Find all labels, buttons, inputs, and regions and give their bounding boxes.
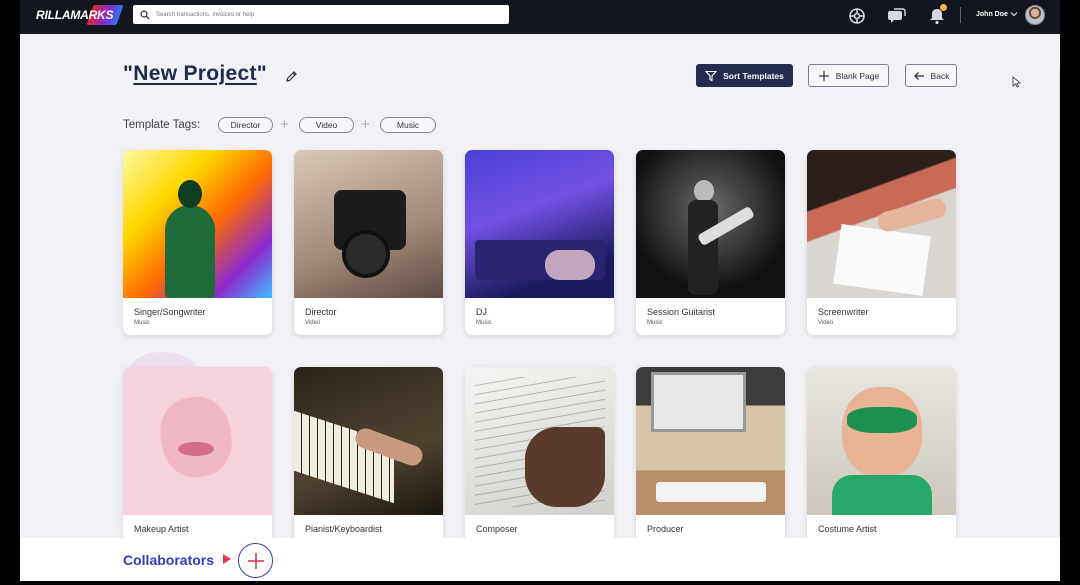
scrollbar[interactable] <box>1059 68 1060 538</box>
card-tag: Music <box>476 320 492 326</box>
card-title: Composer <box>476 524 518 534</box>
sheet-music-photo <box>465 367 614 515</box>
dj-photo <box>465 150 614 298</box>
card-title: Singer/Songwriter <box>134 307 206 317</box>
template-card-costume[interactable]: Costume Artist <box>807 367 956 538</box>
card-tag: Music <box>134 320 150 326</box>
tag-director[interactable]: Director <box>218 117 273 133</box>
card-title: DJ <box>476 307 487 317</box>
template-card-makeup[interactable]: Makeup Artist <box>123 367 272 538</box>
blank-page-label: Blank Page <box>835 70 880 81</box>
piano-photo <box>294 367 443 515</box>
template-card-screenwriter[interactable]: Screenwriter Video <box>807 150 956 335</box>
main-content: "New Project" Sort Templates Blank Page … <box>20 34 1060 538</box>
template-card-producer[interactable]: Producer <box>636 367 785 538</box>
collaborators-label: Collaborators <box>123 552 215 568</box>
globe-icon[interactable] <box>848 7 866 25</box>
divider <box>960 7 961 23</box>
search-icon <box>140 9 150 20</box>
top-bar: RILLAMARKS Search transactions, invoices… <box>20 0 1060 34</box>
logo-text: RILLAMARKS <box>36 8 114 22</box>
mouse-cursor-icon <box>1012 76 1021 88</box>
app-frame: RILLAMARKS Search transactions, invoices… <box>0 0 1080 585</box>
singer-photo <box>123 150 272 298</box>
camera-photo <box>294 150 443 298</box>
card-tag: Video <box>818 320 834 326</box>
card-title: Makeup Artist <box>134 524 189 534</box>
collaborators-bar: Collaborators <box>20 538 1060 581</box>
plus-icon <box>247 552 264 569</box>
search-placeholder: Search transactions, invoices or help <box>156 11 255 18</box>
sort-templates-label: Sort Templates <box>723 70 784 81</box>
card-title: Director <box>305 307 337 317</box>
template-card-dj[interactable]: DJ Music <box>465 150 614 335</box>
avatar[interactable] <box>1025 5 1045 25</box>
template-card-composer[interactable]: Composer <box>465 367 614 538</box>
template-card-singer[interactable]: Singer/Songwriter Music <box>123 150 272 335</box>
chat-icon[interactable] <box>888 7 906 25</box>
card-tag: Music <box>647 320 663 326</box>
writing-photo <box>807 150 956 298</box>
card-title: Pianist/Keyboardist <box>305 524 383 534</box>
card-title: Producer <box>647 524 684 534</box>
notification-badge <box>940 4 947 11</box>
card-tag: Video <box>305 320 321 326</box>
guitarist-photo <box>636 150 785 298</box>
card-title: Screenwriter <box>818 307 869 317</box>
sort-templates-button[interactable]: Sort Templates <box>696 64 793 87</box>
plus-icon: + <box>361 116 370 133</box>
card-title: Session Guitarist <box>647 307 716 317</box>
user-name[interactable]: John Doe <box>976 11 1008 18</box>
studio-photo <box>636 367 785 515</box>
template-card-guitarist[interactable]: Session Guitarist Music <box>636 150 785 335</box>
plus-icon: + <box>280 116 289 133</box>
template-tags-label: Template Tags: <box>123 119 201 131</box>
play-arrow-icon <box>223 554 231 564</box>
tag-video[interactable]: Video <box>299 117 354 133</box>
chevron-down-icon[interactable] <box>1010 10 1018 18</box>
back-button[interactable]: Back <box>905 64 957 87</box>
blank-page-button[interactable]: Blank Page <box>808 64 889 87</box>
costume-photo <box>807 367 956 515</box>
title-open-quote: " <box>123 62 134 85</box>
title-close-quote: " <box>256 62 268 85</box>
template-card-pianist[interactable]: Pianist/Keyboardist <box>294 367 443 538</box>
card-title: Costume Artist <box>818 524 877 534</box>
makeup-photo <box>123 367 272 515</box>
project-title[interactable]: "New Project" <box>123 62 267 86</box>
pencil-icon[interactable] <box>285 70 298 83</box>
plus-icon <box>818 70 829 81</box>
filter-icon <box>705 70 718 81</box>
back-label: Back <box>930 70 950 81</box>
project-name: New Project <box>133 62 257 85</box>
template-card-director[interactable]: Director Video <box>294 150 443 335</box>
arrow-left-icon <box>913 71 924 80</box>
add-collaborator-button[interactable] <box>238 543 273 578</box>
tag-music[interactable]: Music <box>380 117 436 133</box>
logo[interactable]: RILLAMARKS <box>36 5 124 25</box>
search-input[interactable]: Search transactions, invoices or help <box>133 5 509 24</box>
